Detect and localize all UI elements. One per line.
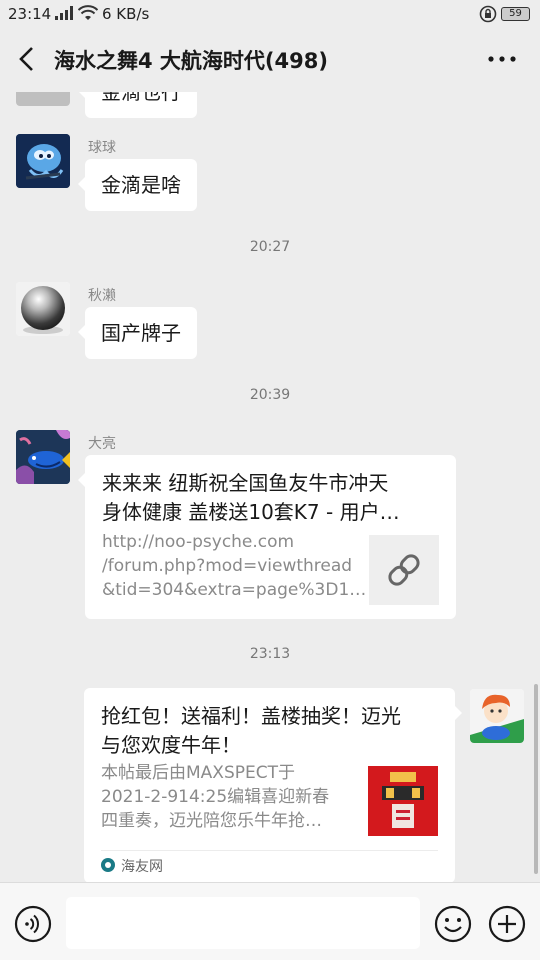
link-thumbnail bbox=[368, 766, 438, 836]
chat-message-list[interactable]: 金滴也行 球球 金滴是啥 20:27 秋濑 国产牌子 20:39 大亮 来来来 … bbox=[0, 92, 540, 882]
sender-name: 秋濑 bbox=[88, 288, 116, 304]
wifi-icon bbox=[78, 5, 98, 20]
link-card[interactable]: 来来来 纽斯祝全国鱼友牛市冲天 身体健康 盖楼送10套K7 - 用户… http… bbox=[78, 455, 456, 619]
message-text: 国产牌子 bbox=[101, 321, 181, 345]
avatar-image bbox=[16, 282, 70, 336]
link-desc-line1: 本帖最后由MAXSPECT于 bbox=[101, 763, 295, 783]
alarm-icon bbox=[479, 5, 497, 23]
avatar-image bbox=[16, 430, 70, 484]
link-desc-line3: 四重奏，迈光陪您乐牛年抢… bbox=[101, 811, 322, 831]
red-envelope-image bbox=[368, 766, 438, 836]
status-bar: 23:14 6 KB/s 59 bbox=[0, 0, 540, 28]
avatar[interactable] bbox=[16, 282, 70, 336]
avatar[interactable] bbox=[16, 92, 70, 106]
scrollbar[interactable] bbox=[534, 684, 538, 874]
link-title-line1: 来来来 纽斯祝全国鱼友牛市冲天 bbox=[102, 471, 389, 495]
network-speed: 6 KB/s bbox=[102, 5, 150, 23]
message-bubble[interactable]: 国产牌子 bbox=[78, 307, 197, 359]
link-card[interactable]: 抢红包！送福利！盖楼抽奖！迈光 与您欢度牛年！ 本帖最后由MAXSPECT于 2… bbox=[84, 688, 462, 882]
link-desc-line3: &tid=304&extra=page%3D1… bbox=[102, 580, 367, 600]
message-text: 金滴是啥 bbox=[101, 173, 181, 197]
battery-indicator: 59 bbox=[501, 7, 530, 21]
status-time: 23:14 bbox=[8, 5, 52, 23]
title-bar: 海水之舞4 大航海时代(498) bbox=[0, 28, 540, 92]
signal-icon bbox=[55, 6, 73, 20]
message-text: 金滴也行 bbox=[101, 92, 181, 104]
sender-name: 大亮 bbox=[88, 436, 116, 452]
timestamp: 20:27 bbox=[249, 239, 291, 255]
timestamp: 23:13 bbox=[249, 646, 291, 662]
message-bubble[interactable]: 金滴是啥 bbox=[78, 159, 197, 211]
avatar-image bbox=[470, 689, 524, 743]
timestamp: 20:39 bbox=[249, 387, 291, 403]
avatar[interactable] bbox=[16, 430, 70, 484]
link-icon bbox=[388, 554, 420, 586]
avatar[interactable] bbox=[470, 689, 524, 743]
card-divider bbox=[101, 850, 438, 851]
message-input[interactable] bbox=[66, 897, 420, 949]
voice-icon[interactable] bbox=[14, 905, 52, 943]
sender-name: 球球 bbox=[88, 140, 116, 156]
source-app-icon bbox=[101, 858, 115, 872]
link-desc-line2: 2021-2-914:25编辑喜迎新春 bbox=[101, 787, 330, 807]
plus-icon[interactable] bbox=[488, 905, 526, 943]
back-icon[interactable] bbox=[14, 44, 40, 74]
emoji-icon[interactable] bbox=[434, 905, 472, 943]
link-desc-line2: /forum.php?mod=viewthread bbox=[102, 556, 353, 576]
link-title-line2: 与您欢度牛年！ bbox=[101, 733, 241, 757]
link-title-line1: 抢红包！送福利！盖楼抽奖！迈光 bbox=[101, 704, 401, 728]
message-bubble[interactable]: 金滴也行 bbox=[78, 92, 197, 118]
link-thumbnail bbox=[369, 535, 439, 605]
link-title-line2: 身体健康 盖楼送10套K7 - 用户… bbox=[102, 500, 400, 524]
avatar-image bbox=[16, 134, 70, 188]
input-bar bbox=[0, 882, 540, 960]
link-desc-line1: http://noo-psyche.com bbox=[102, 532, 295, 552]
chat-title: 海水之舞4 大航海时代(498) bbox=[54, 49, 328, 73]
more-icon[interactable] bbox=[484, 46, 520, 72]
source-label: 海友网 bbox=[121, 859, 163, 875]
avatar[interactable] bbox=[16, 134, 70, 188]
